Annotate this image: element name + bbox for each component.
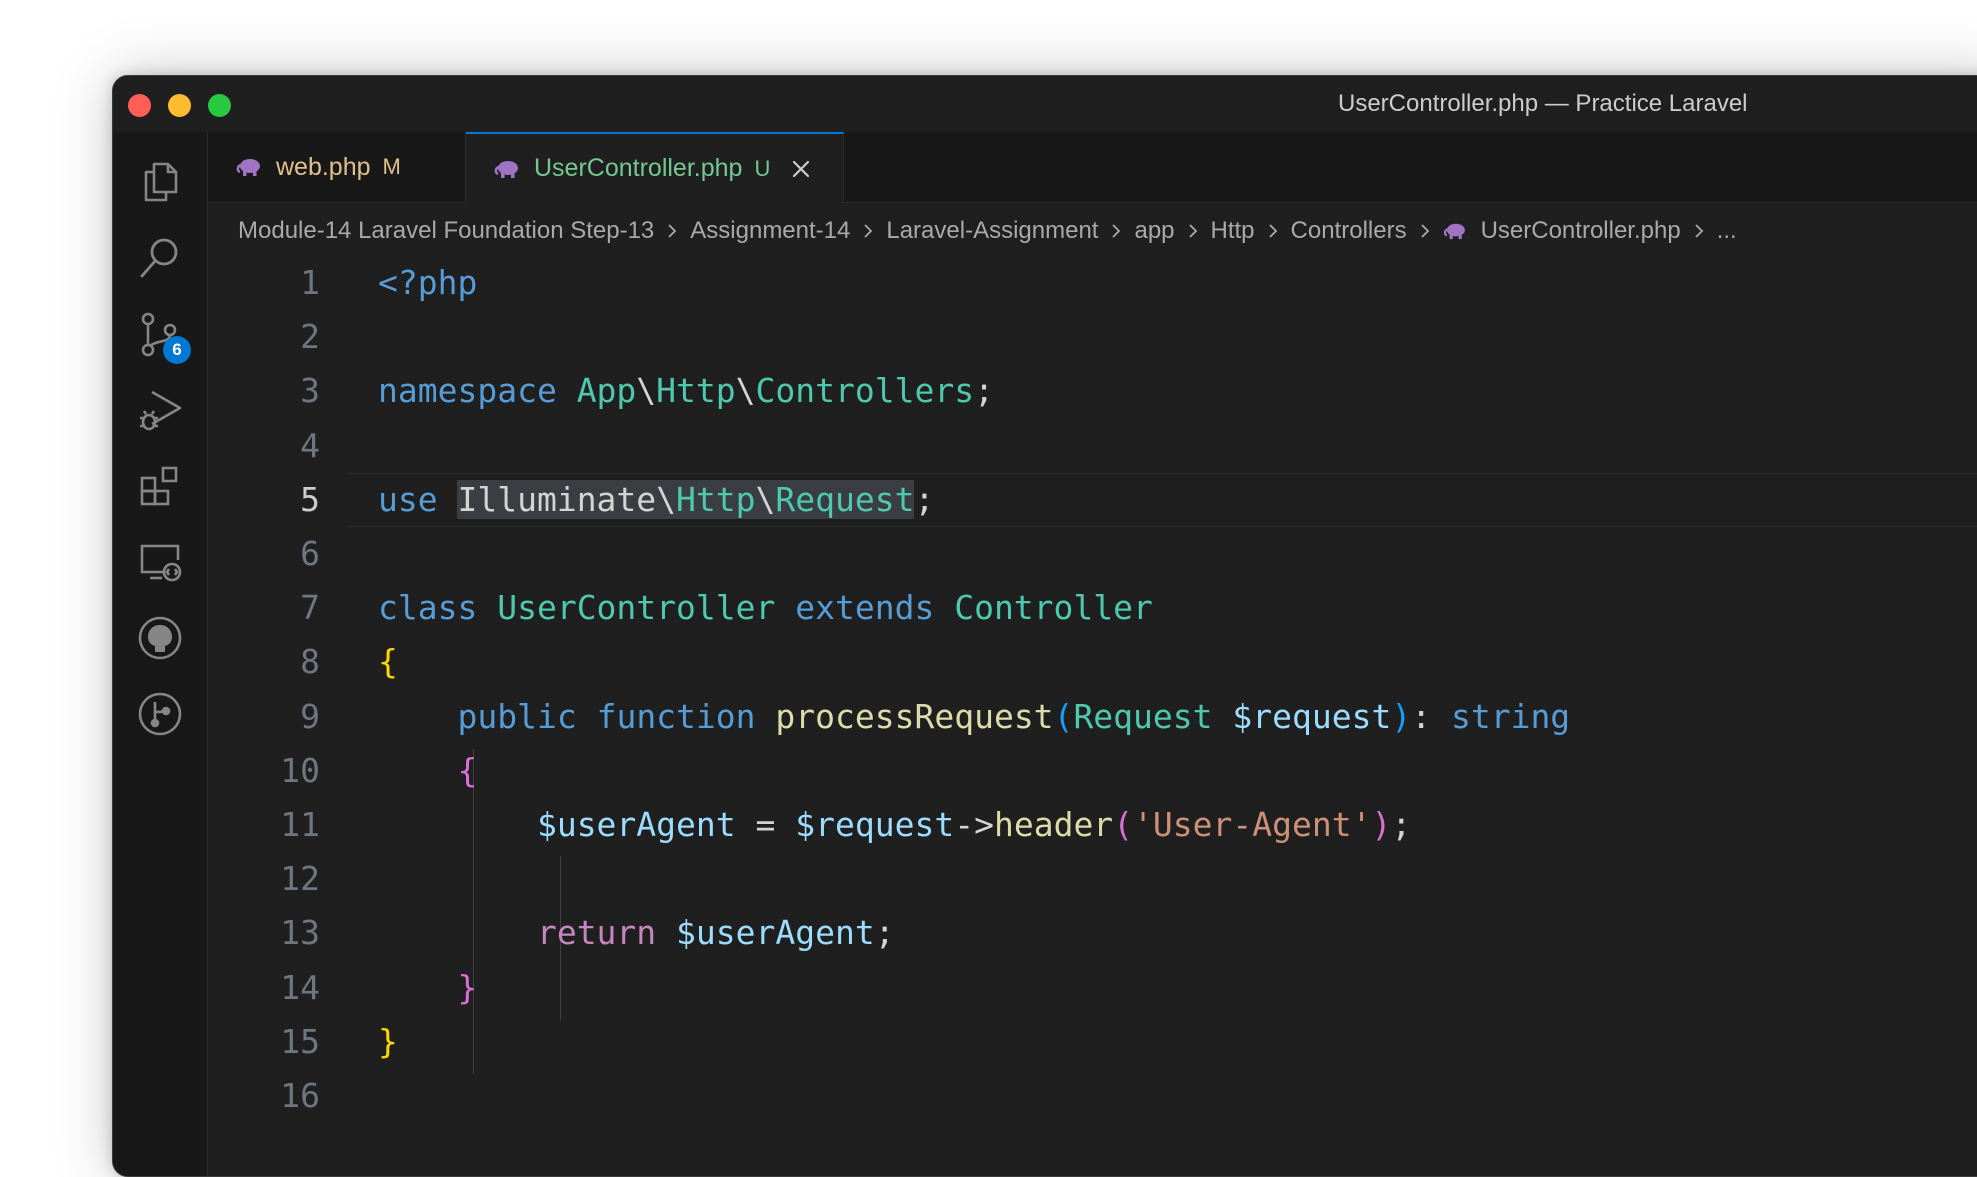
php-elephant-icon (494, 160, 518, 178)
code-line[interactable]: 3 namespace App\Http\Controllers; (208, 364, 1977, 418)
breadcrumb-item[interactable]: Module-14 Laravel Foundation Step-13 (238, 217, 654, 245)
line-number: 11 (280, 805, 320, 844)
minimize-window-button[interactable] (168, 94, 191, 117)
code-line[interactable]: 13 return $userAgent; (208, 906, 1977, 960)
code-line[interactable]: 4 (208, 419, 1977, 473)
github-icon (138, 616, 182, 660)
code-text: } (378, 1022, 398, 1061)
code-text: { (457, 751, 478, 790)
line-number: 13 (280, 913, 320, 952)
close-tab-icon[interactable] (790, 158, 812, 180)
breadcrumb-item[interactable]: app (1134, 217, 1174, 245)
explorer-button[interactable] (113, 146, 207, 218)
run-debug-icon (140, 390, 182, 431)
tab-bar: web.php M UserController.php U (208, 132, 1977, 203)
chevron-right-icon (1188, 224, 1197, 238)
git-graph-icon (138, 692, 182, 736)
extensions-button[interactable] (113, 450, 207, 522)
line-number: 5 (300, 480, 320, 519)
remote-explorer-icon (140, 544, 182, 582)
code-text: public function processRequest(Request $… (457, 697, 1571, 736)
code-text: { (378, 642, 398, 681)
title-bar: UserController.php — Practice Laravel (113, 76, 1977, 133)
code-text: class UserController extends Controller (378, 588, 1153, 627)
search-button[interactable] (113, 222, 207, 294)
code-line[interactable]: 2 (208, 310, 1977, 364)
line-number: 14 (280, 968, 320, 1007)
line-number: 8 (300, 642, 320, 681)
code-line[interactable]: 10 { (208, 744, 1977, 798)
code-line[interactable]: 5 use Illuminate\Http\Request; (208, 473, 1977, 527)
code-line[interactable]: 12 (208, 852, 1977, 906)
tab-web-php[interactable]: web.php M (208, 132, 466, 202)
chevron-right-icon (1695, 224, 1703, 238)
code-text: use Illuminate\Http\Request; (378, 480, 935, 519)
run-debug-button[interactable] (113, 374, 207, 446)
files-icon (144, 162, 178, 202)
chevron-right-icon (1420, 224, 1429, 238)
tab-label: UserController.php (534, 154, 743, 182)
close-window-button[interactable] (128, 94, 151, 117)
code-line[interactable]: 8{ (208, 635, 1977, 689)
zoom-window-button[interactable] (208, 94, 231, 117)
source-control-button[interactable]: 6 (113, 298, 207, 370)
line-number: 6 (300, 534, 320, 573)
code-text: <?php (378, 263, 478, 302)
search-icon (140, 238, 178, 278)
code-line[interactable]: 14 } (208, 961, 1977, 1015)
line-number: 2 (300, 317, 320, 356)
line-number: 9 (300, 697, 320, 736)
code-editor[interactable]: 1 <?php 2 3 namespace App\Http\Controllers; 4… (208, 256, 1977, 1176)
github-button[interactable] (113, 602, 207, 674)
line-number: 1 (300, 263, 320, 302)
code-text: namespace App\Http\Controllers; (378, 371, 994, 410)
breadcrumb-item[interactable]: Http (1211, 217, 1255, 245)
line-number: 4 (300, 426, 320, 465)
tab-user-controller[interactable]: UserController.php U (466, 132, 844, 203)
code-text: } (457, 968, 478, 1007)
code-text: $userAgent = $request->header('User-Agen… (536, 805, 1412, 844)
line-number: 7 (300, 588, 320, 627)
breadcrumb-item[interactable]: ... (1717, 217, 1737, 245)
tab-status: M (382, 154, 401, 179)
code-line[interactable]: 9 public function processRequest(Request… (208, 690, 1977, 744)
line-number: 12 (280, 859, 320, 898)
code-line[interactable]: 11 $userAgent = $request->header('User-A… (208, 798, 1977, 852)
breadcrumb-item[interactable]: Controllers (1291, 217, 1407, 245)
php-elephant-icon (1443, 223, 1465, 240)
code-text: return $userAgent; (536, 913, 895, 952)
code-line[interactable]: 1 <?php (208, 256, 1977, 310)
activity-bar: 6 (113, 132, 208, 1176)
code-line[interactable]: 15} (208, 1015, 1977, 1069)
line-number: 15 (280, 1022, 320, 1061)
chevron-right-icon (864, 224, 873, 238)
line-number: 3 (300, 371, 320, 410)
code-line[interactable]: 6 (208, 527, 1977, 581)
chevron-right-icon (1112, 224, 1121, 238)
breadcrumb: Module-14 Laravel Foundation Step-13 Assi… (238, 211, 1977, 251)
php-elephant-icon (236, 159, 260, 176)
line-number: 10 (280, 751, 320, 790)
breadcrumb-item[interactable]: UserController.php (1481, 217, 1681, 245)
editor-window: UserController.php — Practice Laravel 6 … (112, 75, 1977, 1177)
code-line[interactable]: 16 (208, 1069, 1977, 1123)
source-control-badge: 6 (163, 336, 191, 364)
code-line[interactable]: 7 class UserController extends Controller (208, 581, 1977, 635)
line-number: 16 (280, 1076, 320, 1115)
git-graph-button[interactable] (113, 678, 207, 750)
chevron-right-icon (668, 224, 677, 238)
chevron-right-icon (1268, 224, 1277, 238)
breadcrumb-item[interactable]: Assignment-14 (690, 217, 850, 245)
remote-explorer-button[interactable] (113, 526, 207, 598)
extensions-icon (140, 466, 178, 506)
tab-label: web.php (276, 152, 371, 181)
tab-status: U (754, 155, 771, 181)
window-title: UserController.php — Practice Laravel (1338, 90, 1748, 117)
breadcrumb-item[interactable]: Laravel-Assignment (886, 217, 1098, 245)
